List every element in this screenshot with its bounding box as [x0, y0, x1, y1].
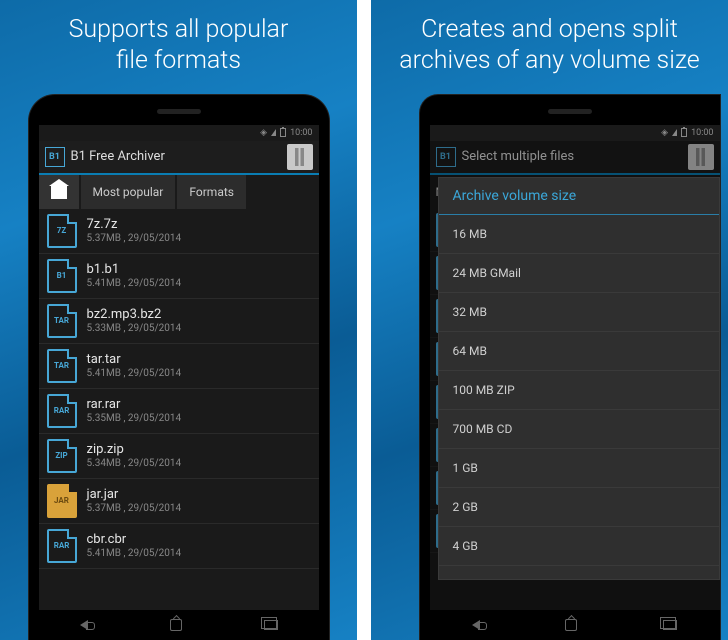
phone-frame: ◈ 10:00 B1 Select multiple files M ✓ ✓ ✓… [420, 95, 720, 640]
file-row[interactable]: TAR tar.tar5.41MB , 29/05/2014 [39, 344, 319, 389]
app-title: B1 Free Archiver [71, 149, 281, 164]
phone-screen: ◈ 10:00 B1 Select multiple files M ✓ ✓ ✓… [430, 125, 720, 640]
file-name: b1.b1 [87, 262, 182, 277]
file-name: zip.zip [87, 442, 182, 457]
dialog-title: Archive volume size [439, 178, 719, 215]
new-archive-button[interactable] [287, 144, 313, 170]
volume-option[interactable]: 100 MB ZIP [439, 371, 719, 410]
file-type-icon: ZIP [47, 439, 77, 473]
headline-line2: file formats [116, 46, 241, 75]
android-nav-bar [39, 610, 319, 640]
file-row[interactable]: ZIP zip.zip5.34MB , 29/05/2014 [39, 434, 319, 479]
title-bar: B1 B1 Free Archiver [39, 141, 319, 175]
file-list[interactable]: 7Z 7z.7z 5.37MB , 29/05/2014 B1 b1.b15.4… [39, 209, 319, 611]
android-nav-bar [430, 610, 720, 640]
file-name: cbr.cbr [87, 532, 182, 547]
file-meta: 5.41MB , 29/05/2014 [87, 368, 182, 379]
file-row[interactable]: JAR jar.jar5.37MB , 29/05/2014 [39, 479, 319, 524]
file-type-icon: RAR [47, 529, 77, 563]
file-meta: 5.34MB , 29/05/2014 [87, 458, 182, 469]
phone-speaker [548, 109, 592, 114]
file-type-icon: JAR [47, 484, 77, 518]
volume-size-dialog: Archive volume size 16 MB 24 MB GMail 32… [438, 177, 720, 581]
nav-recent-icon[interactable] [264, 620, 278, 630]
app-logo-icon[interactable]: B1 [45, 147, 65, 167]
battery-icon [681, 128, 687, 137]
status-time: 10:00 [691, 128, 713, 138]
signal-icon [672, 129, 677, 136]
volume-option[interactable]: Custom volume size [439, 566, 719, 580]
file-meta: 5.33MB , 29/05/2014 [87, 323, 182, 334]
file-name: 7z.7z [87, 217, 182, 232]
zipper-icon [295, 148, 304, 166]
file-name: jar.jar [87, 487, 182, 502]
file-type-icon: RAR [47, 394, 77, 428]
file-row[interactable]: RAR rar.rar5.35MB , 29/05/2014 [39, 389, 319, 434]
file-row[interactable]: RAR cbr.cbr5.41MB , 29/05/2014 [39, 524, 319, 569]
home-icon [51, 185, 67, 199]
headline-line1: Supports all popular [69, 15, 289, 44]
volume-option[interactable]: 1 GB [439, 449, 719, 488]
dialog-option-list[interactable]: 16 MB 24 MB GMail 32 MB 64 MB 100 MB ZIP… [439, 215, 719, 580]
headline: Supports all popular file formats [61, 14, 297, 77]
volume-option[interactable]: 16 MB [439, 215, 719, 254]
volume-option[interactable]: 64 MB [439, 332, 719, 371]
volume-option[interactable]: 4 GB [439, 527, 719, 566]
battery-icon [280, 128, 286, 137]
phone-screen: ◈ 10:00 B1 B1 Free Archiver Most popular… [39, 125, 319, 640]
nav-recent-icon[interactable] [663, 620, 677, 630]
file-type-icon: B1 [47, 259, 77, 293]
file-meta: 5.37MB , 29/05/2014 [87, 233, 182, 244]
volume-option[interactable]: 2 GB [439, 488, 719, 527]
headline: Creates and opens split archives of any … [391, 14, 708, 77]
file-type-icon: TAR [47, 304, 77, 338]
file-meta: 5.41MB , 29/05/2014 [87, 278, 182, 289]
status-time: 10:00 [290, 128, 312, 138]
headline-line1: Creates and opens split [421, 15, 678, 44]
file-name: bz2.mp3.bz2 [87, 307, 182, 322]
file-meta: 5.35MB , 29/05/2014 [87, 413, 182, 424]
file-info: 7z.7z 5.37MB , 29/05/2014 [87, 217, 182, 244]
phone-speaker [157, 109, 201, 114]
volume-option[interactable]: 32 MB [439, 293, 719, 332]
tab-formats[interactable]: Formats [177, 175, 246, 209]
promo-panel-formats: Supports all popular file formats ◈ 10:0… [0, 0, 357, 640]
volume-option[interactable]: 700 MB CD [439, 410, 719, 449]
wifi-icon: ◈ [260, 128, 267, 138]
volume-option[interactable]: 24 MB GMail [439, 254, 719, 293]
file-meta: 5.37MB , 29/05/2014 [87, 503, 182, 514]
file-name: rar.rar [87, 397, 182, 412]
file-row[interactable]: B1 b1.b15.41MB , 29/05/2014 [39, 254, 319, 299]
nav-back-icon[interactable] [80, 620, 88, 630]
file-name: tar.tar [87, 352, 182, 367]
status-bar: ◈ 10:00 [430, 125, 720, 141]
tab-most-popular[interactable]: Most popular [81, 175, 176, 209]
nav-home-icon[interactable] [170, 619, 182, 631]
wifi-icon: ◈ [661, 128, 668, 138]
file-row[interactable]: TAR bz2.mp3.bz25.33MB , 29/05/2014 [39, 299, 319, 344]
screen-inner: B1 Select multiple files M ✓ ✓ ✓ ✓ ✓ ✓ ✓… [430, 141, 720, 611]
file-meta: 5.41MB , 29/05/2014 [87, 548, 182, 559]
tab-home[interactable] [39, 175, 79, 209]
phone-frame: ◈ 10:00 B1 B1 Free Archiver Most popular… [29, 95, 329, 640]
tab-bar: Most popular Formats [39, 175, 319, 209]
file-type-icon: TAR [47, 349, 77, 383]
nav-back-icon[interactable] [472, 620, 480, 630]
signal-icon [271, 129, 276, 136]
status-bar: ◈ 10:00 [39, 125, 319, 141]
promo-panel-split: Creates and opens split archives of any … [371, 0, 728, 640]
nav-home-icon[interactable] [565, 619, 577, 631]
headline-line2: archives of any volume size [399, 46, 700, 75]
file-type-icon: 7Z [47, 214, 77, 248]
file-row[interactable]: 7Z 7z.7z 5.37MB , 29/05/2014 [39, 209, 319, 254]
